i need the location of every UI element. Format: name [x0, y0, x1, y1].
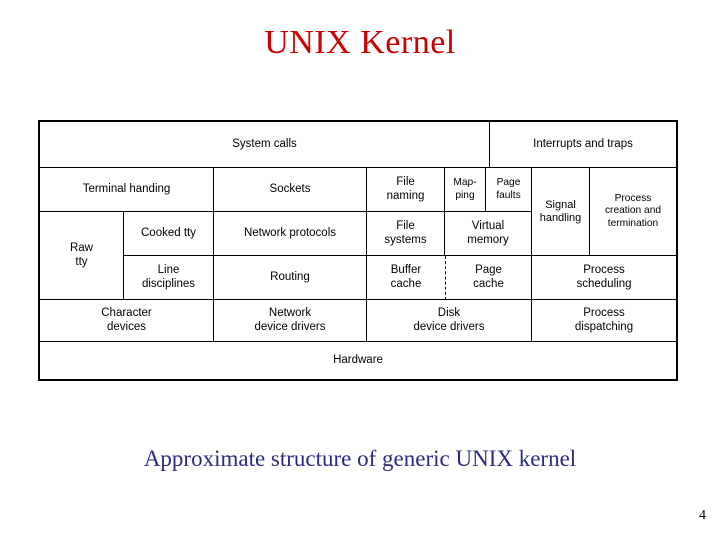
- cell-file-naming-line2: naming: [386, 189, 425, 202]
- cell-character-devices: Character devices: [40, 300, 214, 342]
- cell-process-scheduling-line2: scheduling: [576, 277, 632, 290]
- cell-line-disciplines-line2: disciplines: [141, 277, 196, 290]
- diagram-caption: Approximate structure of generic UNIX ke…: [143, 446, 577, 471]
- cell-file-systems-line2: systems: [384, 233, 427, 246]
- cell-process-creation-line3: termination: [607, 217, 659, 229]
- cell-terminal-handling: Terminal handing: [40, 168, 214, 212]
- cell-character-devices-line1: Character: [101, 306, 152, 319]
- cell-hardware-label: Hardware: [333, 353, 383, 366]
- cell-disk-device-drivers-line1: Disk: [437, 306, 461, 319]
- cell-process-scheduling: Process scheduling: [532, 256, 676, 300]
- cell-disk-device-drivers: Disk device drivers: [367, 300, 532, 342]
- cell-process-dispatching-line2: dispatching: [574, 320, 634, 333]
- cell-cooked-tty: Cooked tty: [124, 212, 214, 256]
- cell-network-protocols: Network protocols: [214, 212, 367, 256]
- cell-signal-handling-line1: Signal: [545, 198, 576, 211]
- cell-signal-handling-line2: handling: [539, 211, 582, 224]
- cell-sockets-label: Sockets: [269, 182, 311, 195]
- cell-file-systems-line1: File: [396, 219, 415, 232]
- cell-virtual-memory-line2: memory: [467, 233, 509, 246]
- cell-buffer-cache-line1: Buffer: [390, 263, 422, 276]
- cell-raw-tty-line2: tty: [75, 255, 88, 268]
- cell-line-disciplines: Line disciplines: [124, 256, 214, 300]
- cell-cooked-tty-label: Cooked tty: [141, 226, 196, 239]
- cell-file-naming-line1: File: [396, 175, 415, 188]
- cell-routing: Routing: [214, 256, 367, 300]
- cell-network-device-drivers: Network device drivers: [214, 300, 367, 342]
- cell-page-cache-line2: cache: [473, 277, 504, 290]
- cell-raw-tty-line1: Raw: [69, 241, 93, 254]
- cell-page-faults-line1: Page: [496, 177, 521, 189]
- cell-buffer-cache-line2: cache: [390, 277, 422, 290]
- cell-sockets: Sockets: [214, 168, 367, 212]
- cell-raw-tty: Raw tty: [40, 212, 124, 300]
- cell-page-cache: Page cache: [445, 256, 532, 300]
- cell-terminal-handling-label: Terminal handing: [82, 182, 171, 195]
- cell-network-device-drivers-line1: Network: [268, 306, 312, 319]
- slide-number: 4: [699, 508, 706, 523]
- cell-line-disciplines-line1: Line: [157, 263, 180, 276]
- cell-process-creation-termination: Process creation and termination: [590, 168, 676, 256]
- cell-page-faults: Page faults: [486, 168, 532, 212]
- cell-interrupts-and-traps-label: Interrupts and traps: [533, 137, 633, 150]
- cell-network-protocols-label: Network protocols: [243, 226, 337, 239]
- cell-page-faults-line2: faults: [496, 189, 521, 201]
- cell-virtual-memory-line1: Virtual: [471, 219, 505, 232]
- cell-process-dispatching: Process dispatching: [532, 300, 676, 342]
- cell-interrupts-and-traps: Interrupts and traps: [490, 122, 676, 168]
- cell-file-systems: File systems: [367, 212, 445, 256]
- cell-network-device-drivers-line2: device drivers: [254, 320, 326, 333]
- cell-process-creation-line1: Process: [614, 193, 652, 205]
- cell-buffer-cache: Buffer cache: [367, 256, 445, 300]
- page-title: UNIX Kernel: [264, 24, 456, 61]
- cell-mapping-line1: Map-: [453, 177, 477, 189]
- cell-system-calls-label: System calls: [232, 137, 297, 150]
- unix-kernel-diagram: System calls Interrupts and traps Termin…: [38, 120, 678, 381]
- cell-file-naming: File naming: [367, 168, 445, 212]
- cell-mapping: Map- ping: [445, 168, 486, 212]
- cell-signal-handling: Signal handling: [532, 168, 590, 256]
- cell-virtual-memory: Virtual memory: [445, 212, 532, 256]
- cell-mapping-line2: ping: [455, 189, 475, 201]
- cell-system-calls: System calls: [40, 122, 490, 168]
- cell-hardware: Hardware: [40, 342, 676, 379]
- cell-routing-label: Routing: [270, 270, 310, 283]
- cell-process-scheduling-line1: Process: [583, 263, 625, 276]
- cell-process-creation-line2: creation and: [604, 205, 662, 217]
- cell-disk-device-drivers-line2: device drivers: [413, 320, 485, 333]
- cell-character-devices-line2: devices: [107, 320, 146, 333]
- cell-process-dispatching-line1: Process: [583, 306, 625, 319]
- cell-page-cache-line1: Page: [475, 263, 502, 276]
- slide-canvas: UNIX Kernel System calls Interrupts and …: [0, 0, 720, 540]
